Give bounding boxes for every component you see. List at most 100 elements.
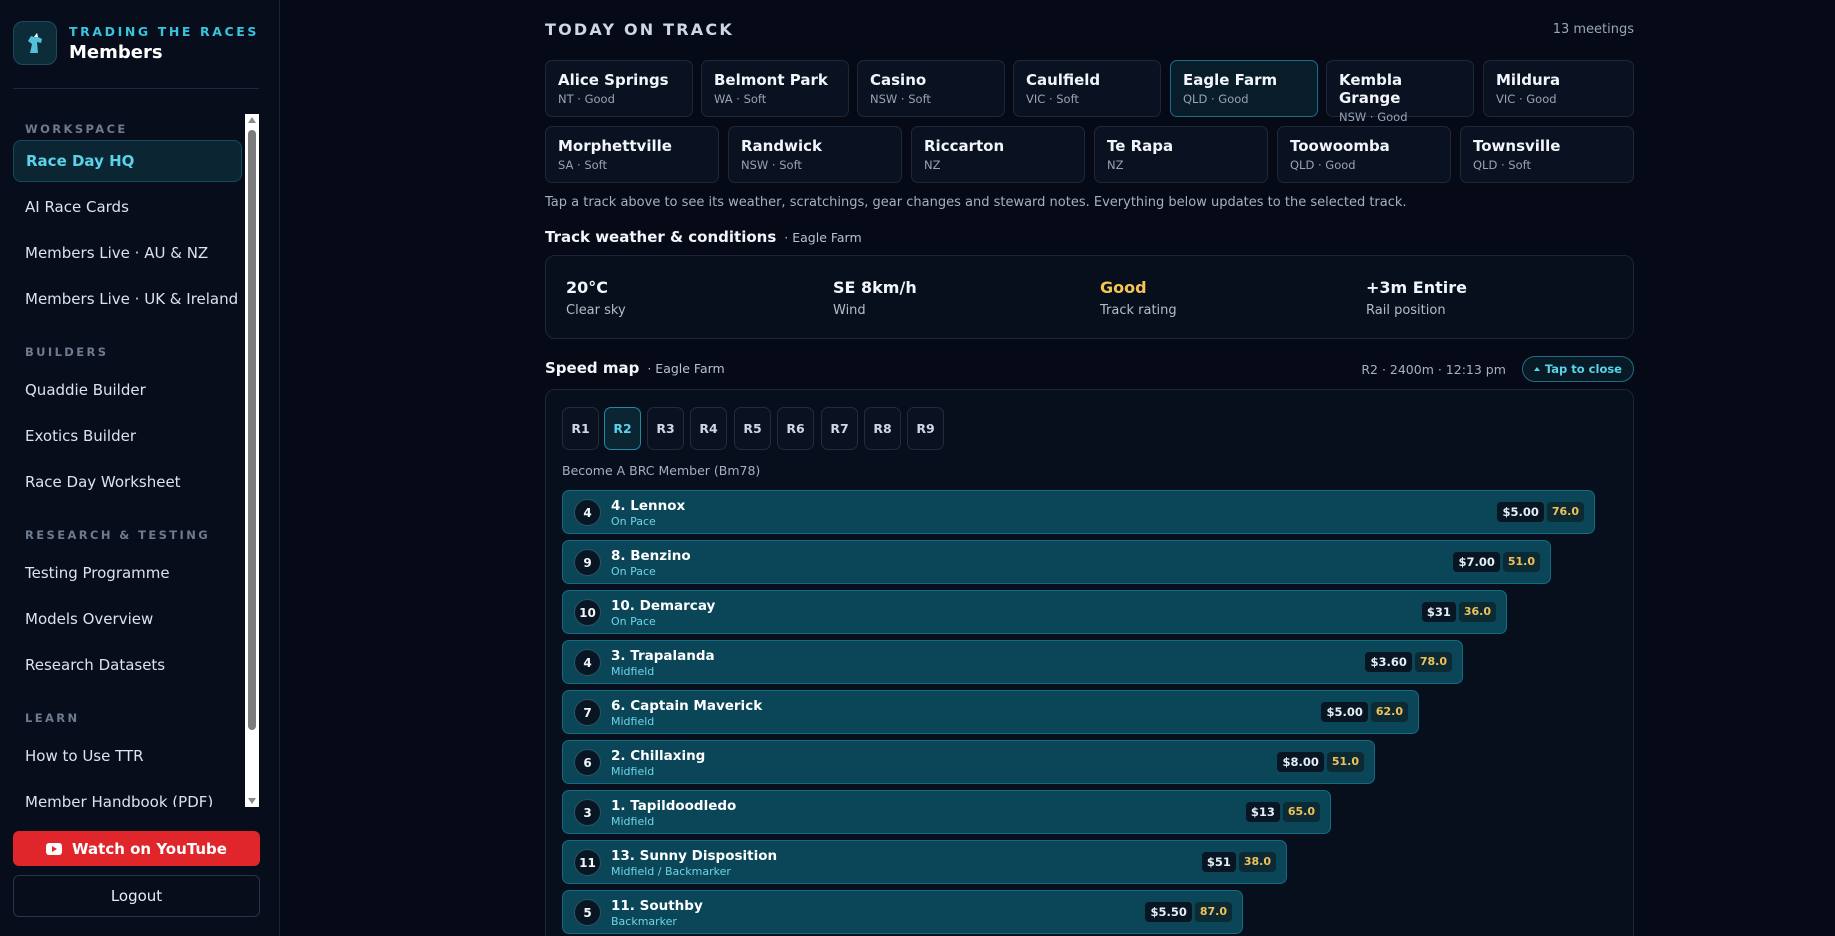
- track-card-caulfield[interactable]: Caulfield VIC · Soft: [1013, 60, 1161, 117]
- runner-position: On Pace: [611, 615, 656, 628]
- runner-bar[interactable]: 4 3. Trapalanda Midfield $3.60 78.0: [562, 640, 1463, 684]
- runner-position: Midfield: [611, 665, 655, 678]
- runner-name: 4. Lennox: [611, 498, 686, 514]
- track-condition: NSW · Soft: [741, 158, 802, 172]
- scroll-up-icon[interactable]: [248, 117, 256, 123]
- weather-value: SE 8km/h: [833, 278, 917, 297]
- barrier-badge: 11: [574, 849, 601, 876]
- track-card-mildura[interactable]: Mildura VIC · Good: [1483, 60, 1634, 117]
- runner-bar[interactable]: 5 11. Southby Backmarker $5.50 87.0: [562, 890, 1243, 934]
- runner-position: Backmarker: [611, 915, 677, 928]
- track-name: Caulfield: [1026, 71, 1101, 89]
- barrier-badge: 10: [574, 599, 601, 626]
- runner-price: $3.60: [1365, 652, 1412, 672]
- sidebar-item-members-live-au-nz[interactable]: Members Live · AU & NZ: [13, 232, 242, 274]
- runner-name: 3. Trapalanda: [611, 648, 715, 664]
- speed-map-title: Speed map: [545, 359, 640, 377]
- scroll-down-icon[interactable]: [248, 798, 256, 804]
- runner-bar[interactable]: 3 1. Tapildoodledo Midfield $13 65.0: [562, 790, 1331, 834]
- barrier-badge: 9: [574, 549, 601, 576]
- track-card-randwick[interactable]: Randwick NSW · Soft: [728, 126, 902, 183]
- weather-panel: 20°C Clear sky SE 8km/h Wind Good Track …: [545, 255, 1634, 339]
- runner-rating: 78.0: [1414, 652, 1452, 672]
- tab-r7[interactable]: R7: [821, 407, 858, 450]
- runner-rating: 87.0: [1194, 902, 1232, 922]
- track-card-kembla-grange[interactable]: Kembla Grange NSW · Good: [1326, 60, 1474, 124]
- tab-r6[interactable]: R6: [777, 407, 814, 450]
- weather-track-rating: Good Track rating: [1100, 278, 1177, 318]
- track-card-te-rapa[interactable]: Te Rapa NZ: [1094, 126, 1268, 183]
- sidebar-item-how-to-use-ttr[interactable]: How to Use TTR: [13, 735, 242, 777]
- sidebar-item-race-day-worksheet[interactable]: Race Day Worksheet: [13, 461, 242, 503]
- today-title: TODAY ON TRACK: [545, 20, 734, 39]
- track-card-casino[interactable]: Casino NSW · Soft: [857, 60, 1005, 117]
- sidebar-item-members-live-uk-ireland[interactable]: Members Live · UK & Ireland: [13, 278, 242, 320]
- watch-youtube-button[interactable]: Watch on YouTube: [13, 831, 260, 866]
- track-card-morphettville[interactable]: Morphettville SA · Soft: [545, 126, 719, 183]
- track-condition: QLD · Good: [1290, 158, 1356, 172]
- runner-position: Midfield / Backmarker: [611, 865, 731, 878]
- track-card-belmont-park[interactable]: Belmont Park WA · Soft: [701, 60, 849, 117]
- tab-r4[interactable]: R4: [690, 407, 727, 450]
- track-card-townsville[interactable]: Townsville QLD · Soft: [1460, 126, 1634, 183]
- runner-bar[interactable]: 4 4. Lennox On Pace $5.00 76.0: [562, 490, 1595, 534]
- logout-button[interactable]: Logout: [13, 875, 260, 917]
- weather-rail-position: +3m Entire Rail position: [1366, 278, 1467, 318]
- tab-r8[interactable]: R8: [864, 407, 901, 450]
- track-card-toowoomba[interactable]: Toowoomba QLD · Good: [1277, 126, 1451, 183]
- nav-section-research-testing: RESEARCH & TESTING: [25, 528, 211, 542]
- track-card-eagle-farm[interactable]: Eagle Farm QLD · Good: [1170, 60, 1318, 117]
- track-condition: VIC · Good: [1496, 92, 1557, 106]
- runner-bar[interactable]: 7 6. Captain Maverick Midfield $5.00 62.…: [562, 690, 1419, 734]
- track-condition: QLD · Soft: [1473, 158, 1531, 172]
- tab-r1[interactable]: R1: [562, 407, 599, 450]
- brand-title: Members: [69, 41, 163, 63]
- runner-bar[interactable]: 10 10. Demarcay On Pace $31 36.0: [562, 590, 1507, 634]
- runner-price: $5.00: [1321, 702, 1368, 722]
- sidebar-item-race-day-hq[interactable]: Race Day HQ: [13, 140, 242, 182]
- barrier-badge: 6: [574, 749, 601, 776]
- track-name: Mildura: [1496, 71, 1561, 89]
- weather-value: Good: [1100, 278, 1147, 297]
- runner-bar[interactable]: 6 2. Chillaxing Midfield $8.00 51.0: [562, 740, 1375, 784]
- barrier-badge: 5: [574, 899, 601, 926]
- track-name: Casino: [870, 71, 927, 89]
- runner-price: $13: [1245, 802, 1280, 822]
- weather-header: Track weather & conditions · Eagle Farm: [545, 228, 862, 246]
- track-name: Alice Springs: [558, 71, 669, 89]
- track-condition: SA · Soft: [558, 158, 608, 172]
- runner-bar[interactable]: 9 8. Benzino On Pace $7.00 51.0: [562, 540, 1551, 584]
- runner-position: Midfield: [611, 765, 655, 778]
- tab-r2[interactable]: R2: [604, 407, 641, 450]
- sidebar-item-models-overview[interactable]: Models Overview: [13, 598, 242, 640]
- track-name: Te Rapa: [1107, 137, 1174, 155]
- scroll-thumb[interactable]: [248, 130, 256, 730]
- youtube-icon: [46, 842, 63, 855]
- track-card-alice-springs[interactable]: Alice Springs NT · Good: [545, 60, 693, 117]
- sidebar-item-member-handbook[interactable]: Member Handbook (PDF): [13, 781, 242, 807]
- track-condition: QLD · Good: [1183, 92, 1249, 106]
- sidebar-item-research-datasets[interactable]: Research Datasets: [13, 644, 242, 686]
- brand[interactable]: TRADING THE RACES Members: [13, 21, 259, 65]
- track-card-riccarton[interactable]: Riccarton NZ: [911, 126, 1085, 183]
- track-name: Townsville: [1473, 137, 1561, 155]
- runner-name: 10. Demarcay: [611, 598, 716, 614]
- weather-track: · Eagle Farm: [784, 230, 862, 245]
- runner-name: 8. Benzino: [611, 548, 691, 564]
- tap-to-close-button[interactable]: Tap to close: [1521, 356, 1634, 382]
- weather-value: 20°C: [566, 278, 609, 297]
- track-hint: Tap a track above to see its weather, sc…: [545, 195, 1407, 210]
- runner-rating: 62.0: [1370, 702, 1408, 722]
- runner-bar[interactable]: 11 13. Sunny Disposition Midfield / Back…: [562, 840, 1287, 884]
- tab-r9[interactable]: R9: [907, 407, 944, 450]
- sidebar-scrollbar[interactable]: [245, 114, 259, 807]
- sidebar-item-quaddie-builder[interactable]: Quaddie Builder: [13, 369, 242, 411]
- runner-name: 2. Chillaxing: [611, 748, 706, 764]
- runner-price: $7.00: [1453, 552, 1500, 572]
- tab-r3[interactable]: R3: [647, 407, 684, 450]
- sidebar-item-exotics-builder[interactable]: Exotics Builder: [13, 415, 242, 457]
- track-name: Toowoomba: [1290, 137, 1390, 155]
- sidebar-item-ai-race-cards[interactable]: AI Race Cards: [13, 186, 242, 228]
- tab-r5[interactable]: R5: [734, 407, 771, 450]
- sidebar-item-testing-programme[interactable]: Testing Programme: [13, 552, 242, 594]
